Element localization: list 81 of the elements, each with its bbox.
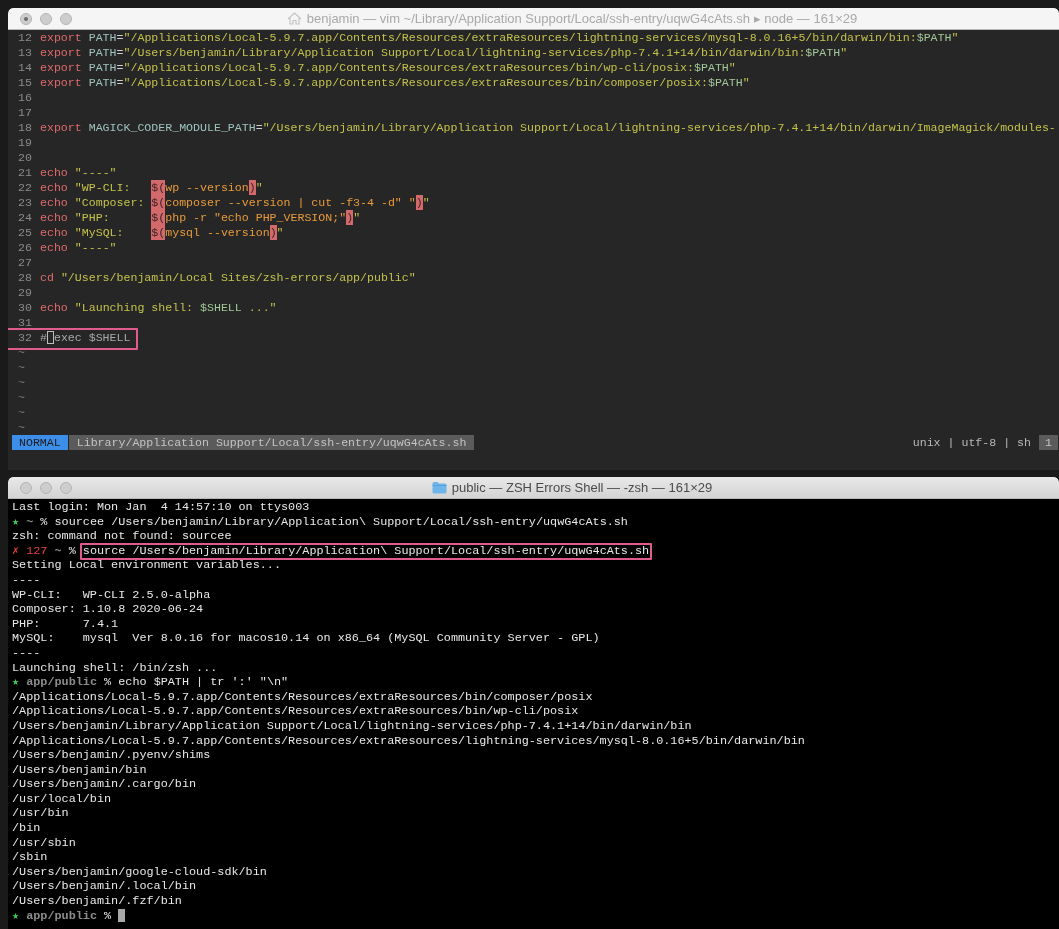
terminal-line: /Applications/Local-5.9.7.app/Contents/Resources/extraResources/bin/composer/posix xyxy=(12,689,593,704)
terminal-line: /bin xyxy=(12,821,41,836)
line-number: 22 xyxy=(18,180,32,195)
empty-line-marker: ~ xyxy=(17,375,26,390)
line-number: 15 xyxy=(18,75,32,90)
file-info: unix | utf-8 | sh xyxy=(912,435,1032,450)
terminal-line: zsh: command not found: sourcee xyxy=(12,529,232,544)
terminal-line: /Users/benjamin/google-cloud-sdk/bin xyxy=(12,864,267,879)
code-line: echo "Launching shell: $SHELL ..." xyxy=(40,300,277,315)
line-number: 23 xyxy=(18,195,32,210)
code-line: echo "Composer: $(composer --version | cut -f3-4 -d" ")" xyxy=(40,195,430,210)
code-line: echo "----" xyxy=(40,240,117,255)
terminal-line: /Users/benjamin/.pyenv/shims xyxy=(12,748,211,763)
terminal-line: source /Users/benjamin/Library/Application\ Support/Local/ssh-entry/uqwG4cAts.sh xyxy=(82,543,650,558)
terminal-line: sourcee /Users/benjamin/Library/Application\ Support/Local/ssh-entry/uqwG4cAts.sh xyxy=(54,514,628,529)
code-line: export PATH="/Applications/Local-5.9.7.app/Contents/Resources/extraResources/lightning-services/mysql-8.0.16+5/bin/darwin/bin:$PATH" xyxy=(40,30,959,45)
terminal-line: Setting Local environment variables... xyxy=(12,558,281,573)
terminal-line: /Applications/Local-5.9.7.app/Contents/Resources/extraResources/lightning-services/mysql-8.0.16+5/bin/darwin/bin xyxy=(12,733,805,748)
empty-line-marker: ~ xyxy=(17,420,26,435)
code-line: export PATH="/Applications/Local-5.9.7.app/Contents/Resources/extraResources/bin/wp-cli/posix:$PATH" xyxy=(40,60,736,75)
file-path: Library/Application Support/Local/ssh-entry/uqwG4cAts.sh xyxy=(68,435,475,450)
mode-indicator: NORMAL xyxy=(12,435,68,450)
folder-icon xyxy=(431,481,447,494)
line-number: 32 xyxy=(18,330,32,345)
line-number: 27 xyxy=(18,255,32,270)
code-line: # exec $SHELL xyxy=(40,330,131,345)
empty-line-marker: ~ xyxy=(17,390,26,405)
line-number: 21 xyxy=(18,165,32,180)
terminal-line: Launching shell: /bin/zsh ... xyxy=(12,660,218,675)
terminal-line: /Applications/Local-5.9.7.app/Contents/Resources/extraResources/bin/wp-cli/posix xyxy=(12,704,579,719)
shell-prompt: ★ ~ % xyxy=(12,514,49,530)
line-number: 25 xyxy=(18,225,32,240)
terminal-line: PHP: 7.4.1 xyxy=(12,616,119,631)
terminal-line: Composer: 1.10.8 2020-06-24 xyxy=(12,602,204,617)
minimize-button[interactable] xyxy=(40,481,52,494)
line-number: 28 xyxy=(18,270,32,285)
window-title: benjamin — vim ~/Library/Application Support/Local/ssh-entry/uqwG4cAts.sh ▸ node — 161×29 xyxy=(306,11,858,26)
zoom-button[interactable] xyxy=(60,481,72,494)
code-line: cd "/Users/benjamin/Local Sites/zsh-errors/app/public" xyxy=(40,270,416,285)
terminal-line: MySQL: mysql Ver 8.0.16 for macos10.14 on x86_64 (MySQL Community Server - GPL) xyxy=(12,631,600,646)
shell-prompt: ★ app/public % xyxy=(12,675,113,690)
line-number: 29 xyxy=(18,285,32,300)
empty-line-marker: ~ xyxy=(17,405,26,420)
line-number: 30 xyxy=(18,300,32,315)
code-line: export PATH="/Users/benjamin/Library/Application Support/Local/lightning-services/php-7.4.1+14/bin/darwin/bin:$PATH" xyxy=(40,45,848,60)
line-number: 12 xyxy=(18,30,32,45)
shell-prompt: ✗ 127 ~ % xyxy=(12,543,77,559)
terminal-line: echo $PATH | tr ':' "\n" xyxy=(118,675,289,690)
line-number: 14 xyxy=(18,60,32,75)
terminal-line: /Users/benjamin/.cargo/bin xyxy=(12,777,197,792)
code-line: export MAGICK_CODER_MODULE_PATH="/Users/benjamin/Library/Application Support/Local/lightning-services/php-7.4.1+14/bin/darwin/ImageMagick/modules- xyxy=(40,120,1056,135)
terminal-line: /Users/benjamin/.local/bin xyxy=(12,879,197,894)
empty-line-marker: ~ xyxy=(17,345,26,360)
empty-line-marker: ~ xyxy=(17,360,26,375)
terminal-line: /usr/sbin xyxy=(12,835,76,850)
terminal-line: /Users/benjamin/.fzf/bin xyxy=(12,894,182,909)
line-number: 19 xyxy=(18,135,32,150)
terminal-line: /usr/local/bin xyxy=(12,791,112,806)
terminal-line: /Users/benjamin/Library/Application Support/Local/lightning-services/php-7.4.1+14/bin/darwin/bin xyxy=(12,718,692,733)
code-line: echo "PHP: $(php -r "echo PHP_VERSION;")" xyxy=(40,210,361,225)
terminal-line: /Users/benjamin/bin xyxy=(12,762,147,777)
cursor-position: 1 xyxy=(1039,435,1058,450)
terminal-line: Last login: Mon Jan 4 14:57:10 on ttys003 xyxy=(12,500,310,514)
line-number: 18 xyxy=(18,120,32,135)
terminal-line: /usr/bin xyxy=(12,806,69,821)
home-icon xyxy=(286,12,302,25)
line-number: 13 xyxy=(18,45,32,60)
code-line: echo "----" xyxy=(40,165,117,180)
terminal-line: /sbin xyxy=(12,850,48,865)
line-number: 24 xyxy=(18,210,32,225)
line-number: 17 xyxy=(18,105,32,120)
line-number: 16 xyxy=(18,90,32,105)
terminal-line: ---- xyxy=(12,572,41,587)
line-number: 31 xyxy=(18,315,32,330)
shell-prompt: ★ app/public % xyxy=(12,908,113,924)
code-line: export PATH="/Applications/Local-5.9.7.app/Contents/Resources/extraResources/bin/composer/posix:$PATH" xyxy=(40,75,750,90)
window-title: public — ZSH Errors Shell — -zsh — 161×29 xyxy=(451,480,713,495)
terminal-line: WP-CLI: WP-CLI 2.5.0-alpha xyxy=(12,587,211,602)
line-number: 26 xyxy=(18,240,32,255)
line-number: 20 xyxy=(18,150,32,165)
terminal-line: ---- xyxy=(12,645,41,660)
